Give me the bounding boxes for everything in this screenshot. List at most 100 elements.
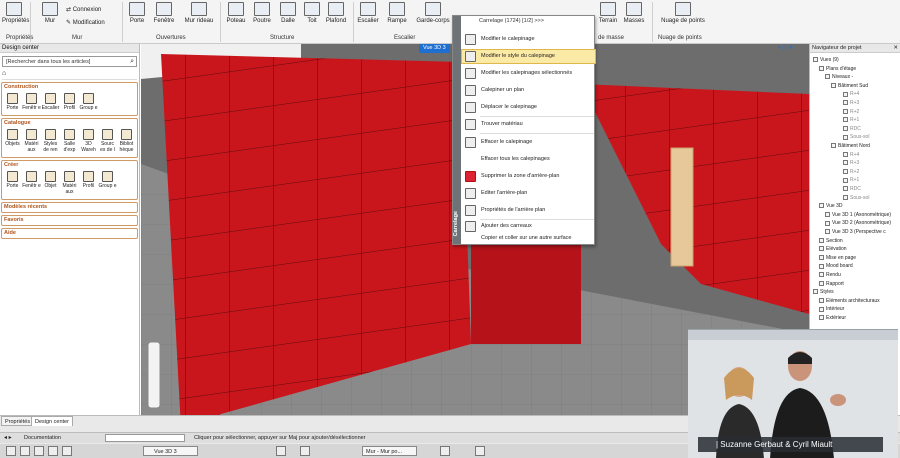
- tree-node[interactable]: R+3: [843, 159, 859, 167]
- tree-node[interactable]: Intérieur: [819, 305, 844, 313]
- tile-window[interactable]: Fenêtr e: [22, 93, 41, 111]
- tile-window[interactable]: Fenêtr e: [22, 171, 41, 195]
- tile-door[interactable]: Porte: [3, 93, 22, 111]
- tile-showroom[interactable]: Salle d'exp: [60, 129, 79, 153]
- tree-node[interactable]: Sous-sol: [843, 194, 869, 202]
- tree-node[interactable]: Mise en page: [819, 254, 856, 262]
- tile-profile[interactable]: Profil: [79, 171, 98, 195]
- menu-item-edit-background[interactable]: Editer l'arrière-plan: [462, 187, 595, 200]
- wall-button[interactable]: Mur: [38, 2, 62, 24]
- door-button[interactable]: Porte: [125, 2, 149, 24]
- tree-node[interactable]: Vue 3D: [819, 202, 843, 210]
- wall-select[interactable]: Mur - Mur po...: [362, 446, 417, 456]
- section-title[interactable]: Catalogue: [2, 119, 137, 128]
- tile-group[interactable]: Group e: [79, 93, 98, 111]
- section-recent-models[interactable]: Modèles récents: [1, 202, 138, 213]
- column-button[interactable]: Poteau: [224, 2, 248, 24]
- connexion-button[interactable]: ⇄ Connexion: [66, 6, 101, 13]
- menu-header[interactable]: Carrelage (1724) [1/2] >>>: [479, 18, 544, 24]
- tile-door[interactable]: Porte: [3, 171, 22, 195]
- toolbar-icon[interactable]: [440, 446, 450, 456]
- stair-button[interactable]: Escalier: [356, 2, 380, 24]
- roof-button[interactable]: Toit: [300, 2, 324, 24]
- tree-node[interactable]: Bâtiment Sud: [831, 82, 868, 90]
- tile-materials[interactable]: Matéri aux: [60, 171, 79, 195]
- tile-light-sources[interactable]: Sourc es de l: [98, 129, 117, 153]
- toolbar-icon[interactable]: [48, 446, 58, 456]
- nav-arrows-icon[interactable]: ◂ ▸: [4, 433, 12, 444]
- tree-node[interactable]: Vue 3D 2 (Axonométrique): [825, 219, 891, 227]
- section-favorites[interactable]: Favoris: [1, 215, 138, 226]
- text-icon[interactable]: [475, 446, 485, 456]
- ceiling-button[interactable]: Plafond: [324, 2, 348, 24]
- beam-button[interactable]: Poutre: [250, 2, 274, 24]
- tile-objects[interactable]: Objets: [3, 129, 22, 153]
- menu-item-delete-all-tilings[interactable]: Effacer tous les calepinages: [462, 153, 595, 166]
- tree-node[interactable]: Vue 3D 3 (Perspective c: [825, 228, 886, 236]
- window-controls[interactable]: ▪ ◻ ✕: [778, 44, 793, 51]
- ramp-button[interactable]: Rampe: [385, 2, 409, 24]
- tree-node[interactable]: Eléments architecturaux: [819, 297, 880, 305]
- tree-node[interactable]: R+2: [843, 168, 859, 176]
- tree-node[interactable]: Vue 3D 1 (Axonométrique): [825, 211, 891, 219]
- menu-item-modify-tiling[interactable]: Modifier le calepinage: [462, 33, 595, 46]
- tree-node[interactable]: Elévation: [819, 245, 847, 253]
- tree-node[interactable]: R+3: [843, 99, 859, 107]
- tile-profile[interactable]: Profil: [60, 93, 79, 111]
- toolbar-icon[interactable]: [20, 446, 30, 456]
- tree-node[interactable]: Extérieur: [819, 314, 846, 322]
- status-input[interactable]: [105, 434, 185, 442]
- tile-3d-warehouse[interactable]: 3D Wareh: [79, 129, 98, 153]
- tree-node[interactable]: R+4: [843, 151, 859, 159]
- tree-node[interactable]: RDC: [843, 185, 861, 193]
- slab-button[interactable]: Dalle: [276, 2, 300, 24]
- menu-item-copy-paste[interactable]: Copier et coller sur une autre surface: [462, 232, 595, 245]
- point-cloud-button[interactable]: Nuage de points: [658, 2, 708, 24]
- curtain-wall-button[interactable]: Mur rideau: [183, 2, 215, 24]
- search-icon[interactable]: ⌕: [130, 57, 134, 67]
- tab-vue-3d-3[interactable]: Vue 3D 3: [419, 44, 450, 53]
- tile-stair[interactable]: Escalier: [41, 93, 60, 111]
- tree-node[interactable]: Styles: [813, 288, 834, 296]
- toolbar-icon[interactable]: [6, 446, 16, 456]
- documentation-button[interactable]: Documentation: [24, 433, 61, 444]
- tab-properties[interactable]: Propriétés: [1, 416, 35, 426]
- tree-node[interactable]: RDC: [843, 125, 861, 133]
- section-help[interactable]: Aide: [1, 228, 138, 239]
- section-title[interactable]: Construction: [2, 83, 137, 92]
- tree-node[interactable]: R+4: [843, 90, 859, 98]
- toolbar-icon[interactable]: [62, 446, 72, 456]
- arrow-up-icon[interactable]: [276, 446, 286, 456]
- modification-button[interactable]: ✎ Modification: [66, 19, 105, 26]
- tile-render-styles[interactable]: Styles de ren: [41, 129, 60, 153]
- tile-group[interactable]: Group e: [98, 171, 117, 195]
- tree-node[interactable]: Vues (9): [813, 56, 839, 64]
- menu-item-modify-selected[interactable]: Modifier les calepinages sélectionnés: [462, 67, 595, 80]
- tree-node[interactable]: R+1: [843, 176, 859, 184]
- masses-button[interactable]: Masses: [622, 2, 646, 24]
- tree-node[interactable]: Bâtiment Nord: [831, 142, 870, 150]
- tree-node[interactable]: Niveaux -: [825, 73, 853, 81]
- menu-item-modify-tiling-style[interactable]: Modifier le style du calepinage: [461, 49, 596, 64]
- menu-item-find-material[interactable]: Trouver matériau: [462, 118, 595, 131]
- home-icon[interactable]: ⌂: [2, 70, 137, 80]
- tree-node[interactable]: Rendu: [819, 271, 841, 279]
- arrow-down-icon[interactable]: [300, 446, 310, 456]
- tree-node[interactable]: Sous-sol: [843, 133, 869, 141]
- properties-button[interactable]: Propriétés: [2, 2, 29, 24]
- tile-library[interactable]: Bibliot hèque: [117, 129, 136, 153]
- tree-node[interactable]: Rapport: [819, 280, 844, 288]
- menu-item-background-properties[interactable]: Propriétés de l'arrière plan: [462, 204, 595, 217]
- window-button[interactable]: Fenêtre: [152, 2, 176, 24]
- menu-item-tile-plane[interactable]: Calepiner un plan: [462, 84, 595, 97]
- menu-item-delete-tiling[interactable]: Effacer le calepinage: [462, 136, 595, 149]
- section-title[interactable]: Créer: [2, 161, 137, 170]
- tree-node[interactable]: R+1: [843, 116, 859, 124]
- tree-node[interactable]: Plans d'étage: [819, 65, 856, 73]
- tree-node[interactable]: R+2: [843, 108, 859, 116]
- view-select[interactable]: Vue 3D 3: [143, 446, 198, 456]
- terrain-button[interactable]: Terrain: [596, 2, 620, 24]
- close-icon[interactable]: ✕: [893, 44, 898, 53]
- search-input[interactable]: [Rechercher dans tous les articles] ⌕: [2, 56, 137, 67]
- tab-design-center[interactable]: Design center: [31, 416, 73, 426]
